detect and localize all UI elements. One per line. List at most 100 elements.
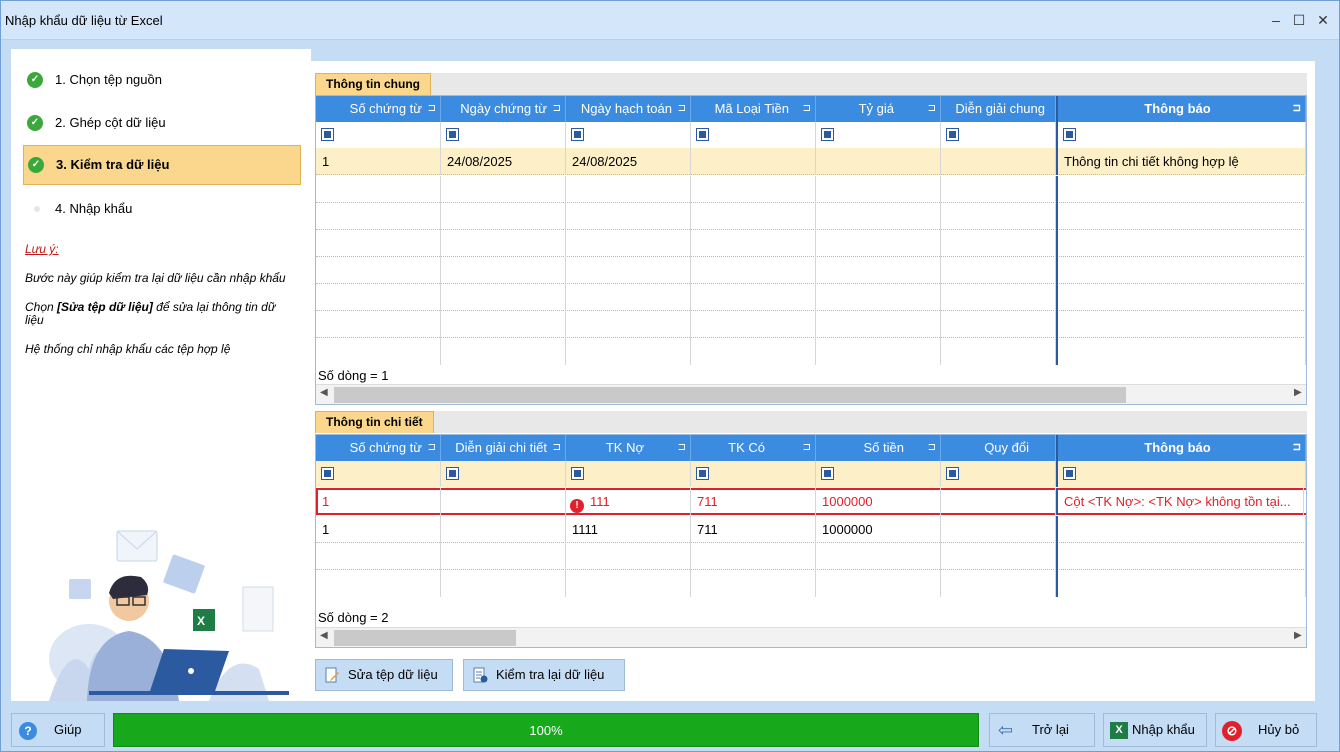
pin-icon[interactable]: ⊐ [553,96,561,122]
cell[interactable] [941,148,1056,175]
cell[interactable] [816,148,941,175]
filter-cell[interactable] [1056,122,1306,148]
col-header[interactable]: Diễn giải chi tiết ⊐ [441,435,566,461]
horizontal-scrollbar[interactable]: ◀ ▶ [316,384,1306,404]
tab-detail[interactable]: Thông tin chi tiết [315,411,434,433]
filter-cell[interactable] [566,122,691,148]
filter-icon[interactable] [821,467,834,480]
pin-icon[interactable]: ⊐ [428,435,436,461]
message-cell[interactable] [1056,516,1306,543]
cell[interactable] [941,516,1056,543]
col-header[interactable]: Ngày hạch toán ⊐ [566,96,691,122]
filter-icon[interactable] [1063,128,1076,141]
col-header[interactable]: Thông báo ⊐ [1056,435,1306,461]
pin-icon[interactable]: ⊐ [678,96,686,122]
filter-icon[interactable] [446,128,459,141]
back-button[interactable]: ⇦ Trở lại [989,713,1095,747]
col-header[interactable]: Số chứng từ ⊐ [316,435,441,461]
col-header[interactable]: Ngày chứng từ ⊐ [441,96,566,122]
col-header[interactable]: Thông báo ⊐ [1056,96,1306,122]
pin-icon[interactable]: ⊐ [928,435,936,461]
table-row[interactable]: 1 24/08/2025 24/08/2025 Thông tin chi ti… [316,148,1306,175]
filter-icon[interactable] [696,467,709,480]
help-button[interactable]: ? Giúp [11,713,105,747]
cancel-button[interactable]: ⊘ Hủy bỏ [1215,713,1317,747]
filter-cell[interactable] [691,122,816,148]
maximize-button[interactable]: ☐ [1288,9,1310,31]
cell[interactable] [941,488,1056,515]
filter-icon[interactable] [821,128,834,141]
cell[interactable]: 1 [316,148,441,175]
filter-icon[interactable] [571,467,584,480]
scroll-thumb[interactable] [334,630,516,646]
scroll-right-icon[interactable]: ▶ [1294,630,1302,641]
minimize-button[interactable]: – [1265,9,1287,31]
cell[interactable]: 1000000 [816,516,941,543]
table-row[interactable]: 1 1111 711 1000000 [316,516,1306,543]
col-header[interactable]: Diễn giải chung [941,96,1056,122]
col-header[interactable]: Số chứng từ ⊐ [316,96,441,122]
col-header[interactable]: Mã Loại Tiền ⊐ [691,96,816,122]
pin-icon[interactable]: ⊐ [928,96,936,122]
filter-icon[interactable] [946,467,959,480]
cell[interactable]: 1 [316,516,441,543]
cell[interactable]: 1 [316,488,441,515]
cell[interactable]: 711 [691,488,816,515]
filter-icon[interactable] [1063,467,1076,480]
col-header[interactable]: TK Nợ ⊐ [566,435,691,461]
scroll-left-icon[interactable]: ◀ [320,387,328,398]
filter-icon[interactable] [321,128,334,141]
cell[interactable] [441,516,566,543]
note-line: Bước này giúp kiểm tra lại dữ liệu cần n… [25,271,286,285]
notes: Lưu ý: Bước này giúp kiểm tra lại dữ liệ… [25,243,295,372]
filter-cell[interactable] [941,122,1056,148]
filter-cell[interactable] [441,122,566,148]
pin-icon[interactable]: ⊐ [1293,435,1301,461]
filter-icon[interactable] [446,467,459,480]
col-header[interactable]: Tỷ giá ⊐ [816,96,941,122]
filter-icon[interactable] [696,128,709,141]
pin-icon[interactable]: ⊐ [803,96,811,122]
horizontal-scrollbar[interactable]: ◀ ▶ [316,627,1306,647]
filter-cell[interactable] [316,461,441,487]
filter-cell[interactable] [691,461,816,487]
pin-icon[interactable]: ⊐ [678,435,686,461]
tab-general[interactable]: Thông tin chung [315,73,431,95]
cell[interactable]: 711 [691,516,816,543]
import-button[interactable]: X Nhập khẩu [1103,713,1207,747]
recheck-data-button[interactable]: Kiểm tra lại dữ liệu [463,659,625,691]
edit-data-file-button[interactable]: Sửa tệp dữ liệu [315,659,453,691]
general-grid: Số chứng từ ⊐ Ngày chứng từ ⊐ Ngày hạch to… [315,95,1307,405]
filter-cell[interactable] [441,461,566,487]
cell[interactable]: 24/08/2025 [441,148,566,175]
filter-cell[interactable] [816,461,941,487]
col-header[interactable]: Quy đổi [941,435,1056,461]
cell[interactable] [441,488,566,515]
col-header[interactable]: TK Có ⊐ [691,435,816,461]
message-cell[interactable]: Thông tin chi tiết không hợp lệ [1056,148,1306,175]
close-button[interactable]: ✕ [1312,9,1334,31]
filter-cell[interactable] [566,461,691,487]
pin-icon[interactable]: ⊐ [1293,96,1301,122]
cell[interactable]: 24/08/2025 [566,148,691,175]
filter-icon[interactable] [321,467,334,480]
pin-icon[interactable]: ⊐ [428,96,436,122]
pin-icon[interactable]: ⊐ [553,435,561,461]
filter-icon[interactable] [571,128,584,141]
cell[interactable]: 1111 [566,516,691,543]
scroll-thumb[interactable] [334,387,1126,403]
filter-icon[interactable] [946,128,959,141]
pin-icon[interactable]: ⊐ [803,435,811,461]
message-cell[interactable]: Cột <TK Nợ>: <TK Nợ> không tồn tại... [1056,488,1304,515]
filter-cell[interactable] [816,122,941,148]
filter-cell[interactable] [316,122,441,148]
cell[interactable] [691,148,816,175]
col-header[interactable]: Số tiền ⊐ [816,435,941,461]
scroll-right-icon[interactable]: ▶ [1294,387,1302,398]
cell[interactable]: 1000000 [816,488,941,515]
scroll-left-icon[interactable]: ◀ [320,630,328,641]
error-row[interactable]: 1 ! 111 711 1000000 Cột <TK Nợ>: <TK Nợ> … [316,488,1306,515]
filter-cell[interactable] [941,461,1056,487]
filter-cell[interactable] [1056,461,1306,487]
cell[interactable]: ! 111 [566,488,691,515]
